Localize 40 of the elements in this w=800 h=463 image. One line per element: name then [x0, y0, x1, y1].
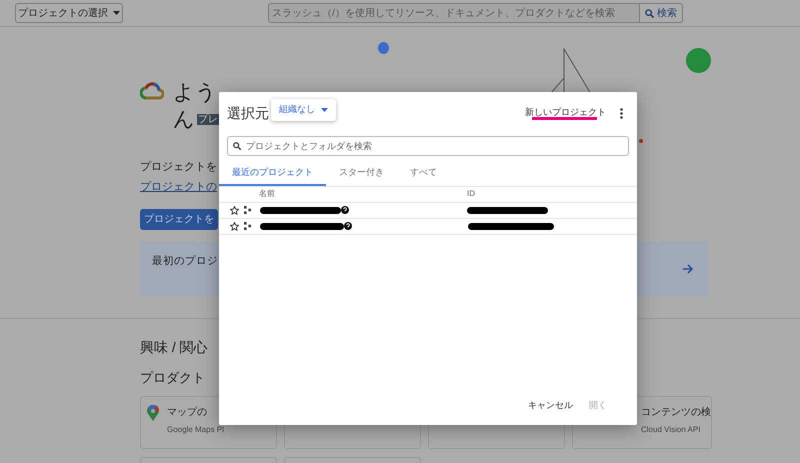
arrow-right-icon[interactable]	[683, 264, 694, 274]
organization-dropdown[interactable]: 組織なし	[271, 99, 336, 121]
help-icon	[344, 222, 352, 230]
more-menu-icon[interactable]	[620, 108, 623, 118]
column-header: 名前	[259, 188, 276, 200]
project-search-field[interactable]: プロジェクトとフォルダを検索	[227, 136, 629, 156]
star-icon[interactable]	[230, 206, 239, 214]
star-icon[interactable]	[230, 222, 239, 230]
welcome-heading: ん	[173, 108, 195, 131]
intro-text: プロジェクトを	[140, 161, 217, 173]
help-icon	[341, 206, 349, 214]
section-heading: 興味 / 関心	[140, 338, 209, 357]
tab[interactable]: 最近のプロジェクト	[219, 162, 326, 186]
welcome-heading: よう	[173, 80, 218, 106]
project-tree-icon	[244, 206, 251, 214]
section-heading: プロダクト	[140, 369, 206, 387]
column-header: ID	[467, 188, 475, 200]
dot-shape	[378, 42, 389, 54]
product-subtitle: Google Maps Pl	[167, 424, 224, 436]
blob-shape	[686, 48, 711, 73]
product-title: コンテンツの検	[641, 406, 711, 420]
search-button[interactable]: 検索	[640, 3, 683, 23]
project-tree-icon	[244, 222, 251, 230]
search-field[interactable]: スラッシュ（/）を使用してリソース、ドキュメント、プロダクトなどを検索	[268, 3, 640, 23]
caret-icon	[321, 108, 328, 112]
create-project-button[interactable]: プロジェクトを	[140, 209, 218, 230]
map-pin-icon	[147, 404, 159, 420]
project-picker-button[interactable]: プロジェクトの選択	[15, 3, 123, 23]
source-label: 選択元	[227, 104, 269, 122]
caret-icon	[113, 11, 120, 15]
new-project-link[interactable]: 新しいプロジェクト	[525, 106, 606, 120]
search-icon	[645, 8, 654, 18]
project-link[interactable]: プロジェクトの	[140, 178, 217, 195]
preview-badge: プレ	[197, 114, 219, 126]
highlight-underline	[532, 117, 597, 120]
product-subtitle: Cloud Vision API	[641, 424, 702, 436]
product-title: マップの	[167, 406, 208, 420]
tab[interactable]: すべて	[397, 162, 450, 186]
tab[interactable]: スター付き	[326, 162, 397, 186]
dot-shape	[639, 139, 643, 143]
